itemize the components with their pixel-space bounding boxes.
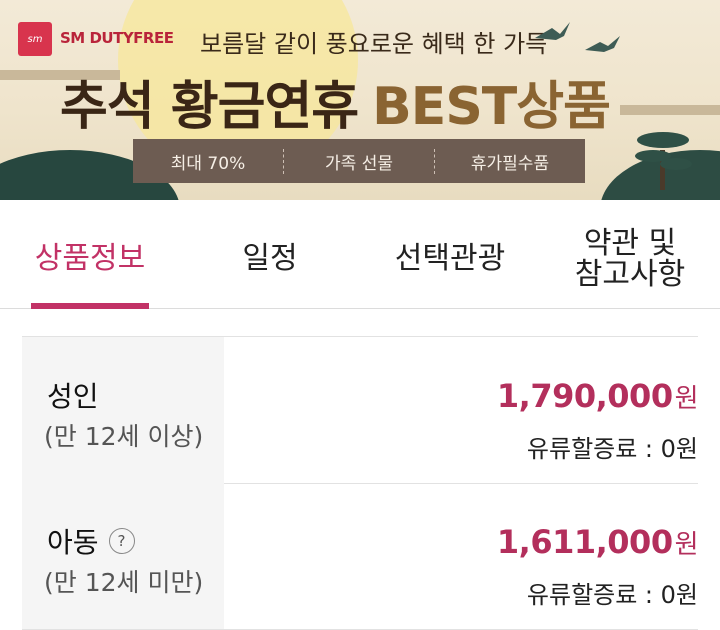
price-value-cell: 1,790,000원 유류할증료 : 0원 [224, 337, 699, 483]
active-tab-indicator [31, 303, 149, 309]
banner-tag[interactable]: 최대 70% [133, 148, 284, 174]
tab-schedule[interactable]: 일정 [180, 210, 360, 308]
age-group-name: 아동? [47, 521, 135, 561]
banner-tag-bar: 최대 70% 가족 선물 휴가필수품 [133, 139, 585, 183]
banner-title-main: 추석 황금연휴 [60, 77, 359, 137]
price-value-cell: 1,611,000원 유류할증료 : 0원 [224, 483, 699, 629]
tab-label: 일정 [242, 241, 298, 277]
age-group-name: 성인 [47, 380, 99, 413]
price-row-adult: 성인 (만 12세 이상) 1,790,000원 유류할증료 : 0원 [22, 337, 699, 484]
age-condition: (만 12세 이상) [44, 422, 204, 451]
price-amount: 1,611,000원 [496, 523, 699, 561]
banner-title: 추석 황금연휴 BEST상품 [60, 64, 611, 139]
tab-label: 선택관광 [394, 241, 506, 277]
help-question-icon[interactable]: ? [108, 528, 135, 554]
banner-tag[interactable]: 가족 선물 [284, 148, 435, 174]
tab-label: 약관 및 참고사항 [574, 225, 686, 292]
brand-logo-text: SM DUTYFREE [60, 29, 174, 47]
brand-logo-icon: sm [18, 22, 52, 56]
fuel-surcharge: 유류할증료 : 0원 [526, 435, 698, 463]
fuel-surcharge: 유류할증료 : 0원 [526, 581, 698, 609]
tab-product-info[interactable]: 상품정보 [0, 210, 180, 309]
tab-label: 상품정보 [34, 241, 146, 277]
banner-subtitle: 보름달 같이 풍요로운 혜택 한 가득 [200, 30, 548, 58]
promo-banner[interactable]: sm SM DUTYFREE 보름달 같이 풍요로운 혜택 한 가득 추석 황금… [0, 0, 720, 200]
price-table: 성인 (만 12세 이상) 1,790,000원 유류할증료 : 0원 아동? … [22, 336, 699, 630]
price-label-cell: 아동? (만 12세 미만) [22, 483, 224, 629]
price-amount: 1,790,000원 [496, 377, 699, 415]
tab-optional-tour[interactable]: 선택관광 [360, 210, 540, 308]
cranes-icon [535, 22, 620, 52]
banner-title-best: BEST상품 [372, 77, 611, 137]
age-condition: (만 12세 미만) [44, 568, 204, 597]
price-row-child: 아동? (만 12세 미만) 1,611,000원 유류할증료 : 0원 [22, 483, 699, 630]
cloud-stripe-decoration [620, 105, 720, 115]
pine-tree-icon [635, 132, 692, 190]
price-label-cell: 성인 (만 12세 이상) [22, 337, 224, 483]
banner-tag[interactable]: 휴가필수품 [435, 149, 585, 174]
tab-terms[interactable]: 약관 및 참고사항 [540, 210, 720, 308]
tab-bar: 상품정보 일정 선택관광 약관 및 참고사항 [0, 210, 720, 309]
